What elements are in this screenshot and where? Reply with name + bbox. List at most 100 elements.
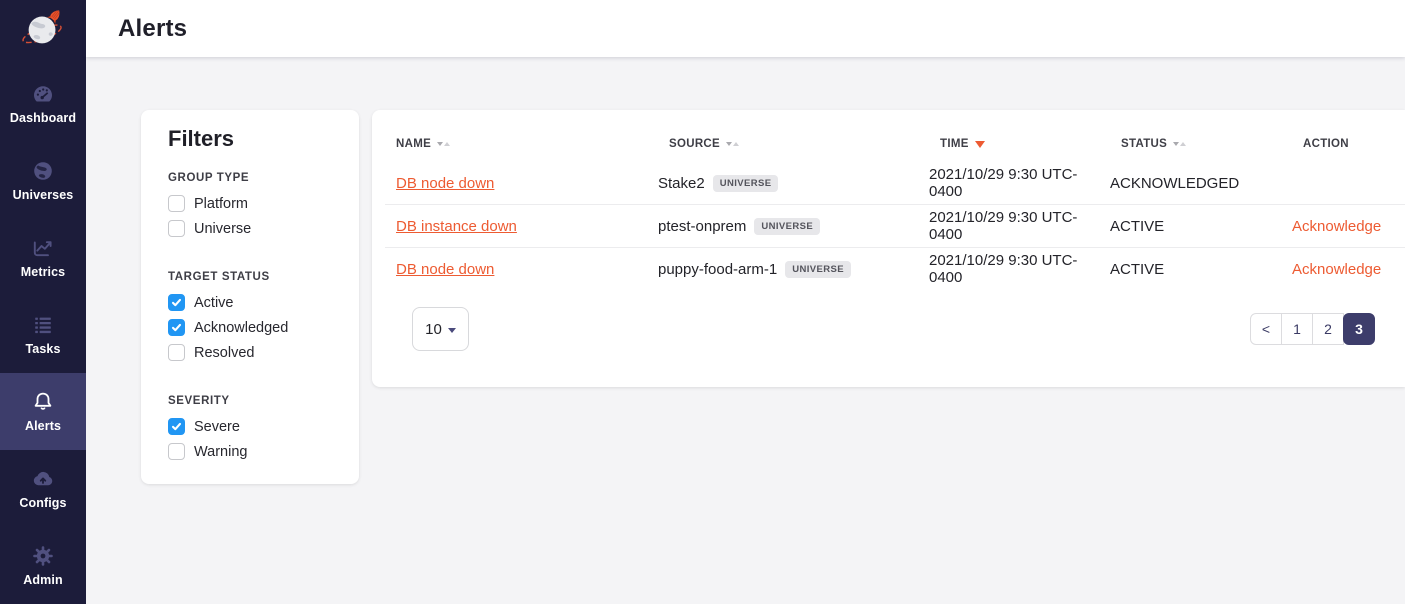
column-header-name[interactable]: NAME — [396, 138, 669, 150]
sidebar-item-label: Tasks — [25, 342, 60, 356]
filter-option-label: Severe — [194, 419, 240, 435]
filter-option-warning[interactable]: Warning — [168, 443, 341, 460]
filter-section: TARGET STATUS Active Acknowledged Resolv… — [168, 271, 341, 361]
column-header-time[interactable]: TIME — [940, 138, 1121, 150]
alert-time: 2021/10/29 9:30 UTC-0400 — [929, 209, 1110, 243]
table-header-row: NAME SOURCE TIME STATUS ACTION — [372, 126, 1405, 162]
sidebar-item-admin[interactable]: Admin — [0, 527, 86, 604]
column-header-source[interactable]: SOURCE — [669, 138, 940, 150]
cloud-upload-icon — [31, 467, 55, 491]
sidebar-item-dashboard[interactable]: Dashboard — [0, 65, 86, 142]
acknowledge-link[interactable]: Acknowledge — [1292, 261, 1381, 278]
source-name: ptest-onprem — [658, 218, 746, 235]
page-size-value: 10 — [425, 321, 442, 338]
alert-name-link[interactable]: DB instance down — [396, 218, 517, 235]
checkbox[interactable] — [168, 443, 185, 460]
filter-option-label: Platform — [194, 196, 248, 212]
filter-option-label: Acknowledged — [194, 320, 288, 336]
list-icon — [31, 313, 55, 337]
chevron-down-icon — [448, 328, 456, 333]
sort-up-icon — [444, 142, 450, 146]
checkbox[interactable] — [168, 344, 185, 361]
sidebar-item-alerts[interactable]: Alerts — [0, 373, 86, 450]
filter-option-platform[interactable]: Platform — [168, 195, 341, 212]
page-prev-button[interactable]: < — [1250, 313, 1282, 345]
table-footer: 10 <123 — [412, 307, 1375, 351]
alert-time: 2021/10/29 9:30 UTC-0400 — [929, 166, 1110, 200]
page-button-1[interactable]: 1 — [1281, 313, 1313, 345]
gear-icon — [31, 544, 55, 568]
filter-option-active[interactable]: Active — [168, 294, 341, 311]
column-header-status[interactable]: STATUS — [1121, 138, 1303, 150]
checkbox[interactable] — [168, 319, 185, 336]
table-row: DB node down Stake2 UNIVERSE 2021/10/29 … — [385, 162, 1405, 204]
filter-section-label: TARGET STATUS — [168, 271, 341, 283]
sidebar-nav: Dashboard Universes Metrics Tasks Alerts… — [0, 65, 86, 604]
sidebar-item-label: Dashboard — [10, 111, 76, 125]
alerts-table-card: NAME SOURCE TIME STATUS ACTION DB node d… — [372, 110, 1405, 387]
filter-sections: GROUP TYPE Platform Universe TARGET STAT… — [168, 172, 341, 460]
sort-up-icon — [733, 142, 739, 146]
filters-panel: Filters GROUP TYPE Platform Universe TAR… — [141, 110, 359, 484]
filter-option-severe[interactable]: Severe — [168, 418, 341, 435]
sidebar-item-universes[interactable]: Universes — [0, 142, 86, 219]
pagination: <123 — [1250, 313, 1375, 345]
gauge-icon — [31, 82, 55, 106]
page-button-3[interactable]: 3 — [1343, 313, 1375, 345]
filter-section: SEVERITY Severe Warning — [168, 395, 341, 460]
sort-up-icon — [1180, 142, 1186, 146]
alert-time: 2021/10/29 9:30 UTC-0400 — [929, 252, 1110, 286]
checkbox[interactable] — [168, 418, 185, 435]
source-type-badge: UNIVERSE — [754, 218, 820, 235]
alert-status: ACTIVE — [1110, 218, 1292, 235]
planet-rocket-logo-icon — [20, 6, 66, 52]
alert-name-link[interactable]: DB node down — [396, 175, 494, 192]
filter-section-label: GROUP TYPE — [168, 172, 341, 184]
page-button-2[interactable]: 2 — [1312, 313, 1344, 345]
filter-option-universe[interactable]: Universe — [168, 220, 341, 237]
app-root: Dashboard Universes Metrics Tasks Alerts… — [0, 0, 1405, 604]
sort-down-icon — [726, 142, 732, 146]
table-row: DB instance down ptest-onprem UNIVERSE 2… — [385, 204, 1405, 247]
source-name: puppy-food-arm-1 — [658, 261, 777, 278]
filter-option-label: Active — [194, 295, 234, 311]
checkbox[interactable] — [168, 195, 185, 212]
sidebar-item-metrics[interactable]: Metrics — [0, 219, 86, 296]
table-body: DB node down Stake2 UNIVERSE 2021/10/29 … — [385, 162, 1405, 290]
sidebar-item-label: Metrics — [21, 265, 65, 279]
alert-status: ACTIVE — [1110, 261, 1292, 278]
sort-desc-active-icon — [975, 141, 985, 148]
filter-section: GROUP TYPE Platform Universe — [168, 172, 341, 237]
content-area: Filters GROUP TYPE Platform Universe TAR… — [86, 57, 1405, 604]
app-logo[interactable] — [0, 0, 86, 65]
sidebar: Dashboard Universes Metrics Tasks Alerts… — [0, 0, 86, 604]
sidebar-item-label: Configs — [19, 496, 66, 510]
sort-icons — [437, 142, 450, 146]
sidebar-item-tasks[interactable]: Tasks — [0, 296, 86, 373]
source-type-badge: UNIVERSE — [785, 261, 851, 278]
filter-option-acknowledged[interactable]: Acknowledged — [168, 319, 341, 336]
filter-option-resolved[interactable]: Resolved — [168, 344, 341, 361]
sort-icons — [726, 142, 739, 146]
chart-icon — [31, 236, 55, 260]
checkbox[interactable] — [168, 220, 185, 237]
filter-section-label: SEVERITY — [168, 395, 341, 407]
sort-down-icon — [1173, 142, 1179, 146]
filters-title: Filters — [168, 126, 341, 152]
filter-option-label: Warning — [194, 444, 247, 460]
alert-status: ACKNOWLEDGED — [1110, 175, 1292, 192]
sidebar-item-label: Alerts — [25, 419, 61, 433]
globe-icon — [31, 159, 55, 183]
sort-down-icon — [437, 142, 443, 146]
page-title: Alerts — [118, 15, 187, 43]
sidebar-item-label: Admin — [23, 573, 62, 587]
sidebar-item-configs[interactable]: Configs — [0, 450, 86, 527]
alert-name-link[interactable]: DB node down — [396, 261, 494, 278]
source-type-badge: UNIVERSE — [713, 175, 779, 192]
page-size-select[interactable]: 10 — [412, 307, 469, 351]
sort-icons — [1173, 142, 1186, 146]
acknowledge-link[interactable]: Acknowledge — [1292, 218, 1381, 235]
checkbox[interactable] — [168, 294, 185, 311]
filter-option-label: Resolved — [194, 345, 254, 361]
filter-option-label: Universe — [194, 221, 251, 237]
